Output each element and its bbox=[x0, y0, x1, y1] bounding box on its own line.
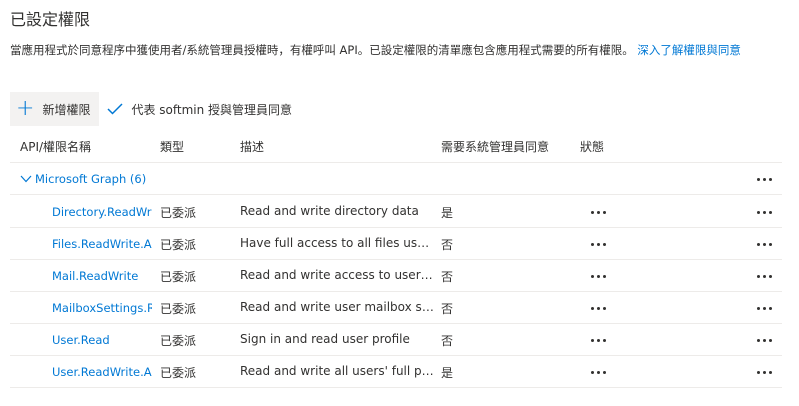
permission-description: Read and write all users' full profiles bbox=[240, 364, 435, 378]
more-icon bbox=[756, 177, 772, 181]
more-icon bbox=[756, 338, 772, 342]
more-icon bbox=[590, 338, 606, 342]
permission-type: 已委派 bbox=[160, 206, 197, 220]
status-more-button[interactable] bbox=[586, 268, 610, 284]
group-row-microsoft-graph: Microsoft Graph (6) bbox=[10, 164, 782, 195]
learn-more-link[interactable]: 深入了解權限與同意 bbox=[637, 43, 741, 57]
header-status[interactable]: 狀態 bbox=[580, 138, 604, 155]
admin-consent-value: 否 bbox=[441, 334, 454, 348]
header-api-name[interactable]: API/權限名稱 bbox=[20, 138, 91, 155]
status-more-button[interactable] bbox=[586, 332, 610, 348]
add-permission-button[interactable]: + 新增權限 bbox=[10, 92, 100, 126]
more-icon bbox=[756, 210, 772, 214]
toolbar: + 新增權限 代表 softmin 授與管理員同意 bbox=[10, 92, 790, 126]
more-icon bbox=[590, 306, 606, 310]
status-more-button[interactable] bbox=[586, 300, 610, 316]
table-header: API/權限名稱 類型 描述 需要系統管理員同意 狀態 bbox=[10, 130, 782, 163]
row-more-button[interactable] bbox=[752, 364, 776, 380]
permission-description: Read and write user mailbox settings bbox=[240, 300, 435, 314]
row-more-button[interactable] bbox=[752, 300, 776, 316]
plus-icon: + bbox=[16, 96, 35, 121]
header-type[interactable]: 類型 bbox=[160, 138, 184, 155]
group-toggle[interactable]: Microsoft Graph (6) bbox=[20, 172, 146, 186]
admin-consent-value: 否 bbox=[441, 238, 454, 252]
permission-type: 已委派 bbox=[160, 302, 197, 316]
permission-description: Read and write directory data bbox=[240, 204, 419, 218]
grant-admin-consent-label: 代表 softmin 授與管理員同意 bbox=[131, 102, 293, 117]
more-icon bbox=[756, 274, 772, 278]
admin-consent-value: 是 bbox=[441, 206, 454, 220]
checkmark-icon bbox=[107, 103, 123, 115]
permission-name-link[interactable]: MailboxSettings.ReadWrite bbox=[52, 301, 152, 315]
permission-name-link[interactable]: Directory.ReadWrite.All bbox=[52, 205, 152, 219]
table-row: Directory.ReadWrite.All 已委派 Read and wri… bbox=[10, 196, 782, 228]
row-more-button[interactable] bbox=[752, 204, 776, 220]
more-icon bbox=[590, 210, 606, 214]
permission-name-link[interactable]: User.ReadWrite.All bbox=[52, 365, 152, 379]
more-icon bbox=[590, 370, 606, 374]
permission-description: Have full access to all files user can a… bbox=[240, 236, 435, 250]
page-title: 已設定權限 bbox=[10, 10, 91, 29]
admin-consent-value: 否 bbox=[441, 302, 454, 316]
add-permission-label: 新增權限 bbox=[42, 102, 91, 117]
header-description[interactable]: 描述 bbox=[240, 138, 264, 155]
admin-consent-value: 否 bbox=[441, 270, 454, 284]
permission-description: Read and write access to user mail bbox=[240, 268, 435, 282]
status-more-button[interactable] bbox=[586, 364, 610, 380]
permission-type: 已委派 bbox=[160, 270, 197, 284]
status-more-button[interactable] bbox=[586, 204, 610, 220]
table-row: Mail.ReadWrite 已委派 Read and write access… bbox=[10, 260, 782, 292]
permission-name-link[interactable]: User.Read bbox=[52, 333, 152, 347]
status-more-button[interactable] bbox=[586, 236, 610, 252]
more-icon bbox=[590, 242, 606, 246]
group-label: Microsoft Graph (6) bbox=[35, 172, 147, 186]
more-icon bbox=[590, 274, 606, 278]
header-admin-consent[interactable]: 需要系統管理員同意 bbox=[441, 138, 549, 155]
table-row: Files.ReadWrite.All 已委派 Have full access… bbox=[10, 228, 782, 260]
table-row: User.Read 已委派 Sign in and read user prof… bbox=[10, 324, 782, 356]
page-description: 當應用程式於同意程序中獲使用者/系統管理員授權時，有權呼叫 API。已設定權限的… bbox=[10, 42, 785, 59]
permission-type: 已委派 bbox=[160, 366, 197, 380]
permission-type: 已委派 bbox=[160, 334, 197, 348]
description-text: 當應用程式於同意程序中獲使用者/系統管理員授權時，有權呼叫 API。已設定權限的… bbox=[10, 43, 634, 57]
admin-consent-value: 是 bbox=[441, 366, 454, 380]
permission-description: Sign in and read user profile bbox=[240, 332, 410, 346]
row-more-button[interactable] bbox=[752, 268, 776, 284]
row-more-button[interactable] bbox=[752, 332, 776, 348]
grant-admin-consent-button[interactable]: 代表 softmin 授與管理員同意 bbox=[99, 92, 300, 126]
chevron-down-icon bbox=[20, 175, 32, 183]
table-row: MailboxSettings.ReadWrite 已委派 Read and w… bbox=[10, 292, 782, 324]
permission-name-link[interactable]: Mail.ReadWrite bbox=[52, 269, 152, 283]
row-more-button[interactable] bbox=[752, 236, 776, 252]
group-more-button[interactable] bbox=[752, 171, 776, 187]
permission-type: 已委派 bbox=[160, 238, 197, 252]
more-icon bbox=[756, 242, 772, 246]
more-icon bbox=[756, 306, 772, 310]
permission-name-link[interactable]: Files.ReadWrite.All bbox=[52, 237, 152, 251]
more-icon bbox=[756, 370, 772, 374]
table-row: User.ReadWrite.All 已委派 Read and write al… bbox=[10, 356, 782, 388]
